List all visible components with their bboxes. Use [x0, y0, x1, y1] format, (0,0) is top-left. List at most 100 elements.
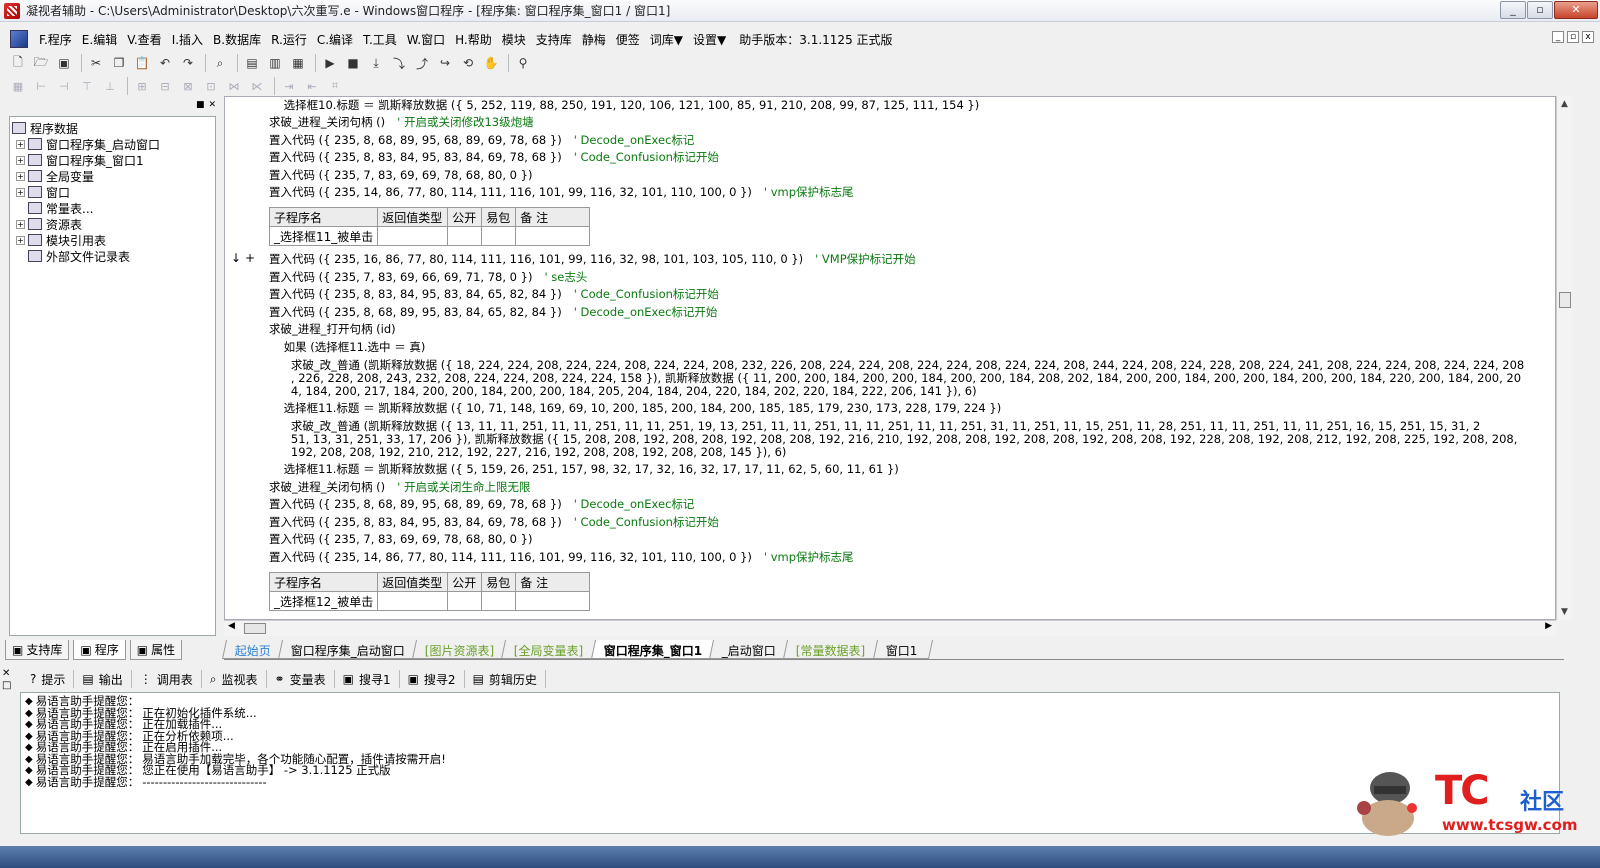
- same-size-icon[interactable]: ⊠: [178, 76, 198, 96]
- expand-icon[interactable]: +: [16, 235, 25, 245]
- output-tab[interactable]: ? 提示: [22, 670, 75, 688]
- scroll-up-icon[interactable]: ▲: [1557, 96, 1572, 112]
- code-area[interactable]: 选择框10.标题 ＝ 凯斯释放数据 ({ 5, 252, 119, 88, 25…: [269, 97, 1553, 619]
- output-tab[interactable]: ▤ 剪辑历史: [465, 670, 546, 688]
- step-over-icon[interactable]: ↪: [435, 53, 455, 73]
- code-line[interactable]: 置入代码 ({ 235, 7, 83, 69, 69, 78, 68, 80, …: [269, 531, 532, 547]
- menu-item[interactable]: 设置▼: [688, 31, 731, 48]
- code-line[interactable]: 置入代码 ({ 235, 16, 86, 77, 80, 114, 111, 1…: [269, 251, 916, 267]
- align-right-icon[interactable]: ⊤: [77, 76, 97, 96]
- hscroll-thumb[interactable]: [244, 623, 266, 634]
- code-line[interactable]: 置入代码 ({ 235, 8, 83, 84, 95, 83, 84, 65, …: [269, 286, 719, 302]
- tree-item[interactable]: 外部文件记录表: [12, 248, 213, 264]
- menu-item[interactable]: T.工具: [358, 31, 402, 48]
- editor-hscrollbar[interactable]: ◀ ▶: [224, 620, 1556, 636]
- tree-item[interactable]: 常量表...: [12, 200, 213, 216]
- minimize-button[interactable]: _: [1500, 0, 1526, 19]
- menu-item[interactable]: R.运行: [266, 31, 312, 48]
- stop-icon[interactable]: ■: [343, 53, 363, 73]
- tree-item[interactable]: + 全局变量: [12, 168, 213, 184]
- doc-tab[interactable]: 窗口程序集_窗口1: [590, 640, 718, 659]
- align-grid-icon[interactable]: ▦: [8, 76, 28, 96]
- breakpoint-icon[interactable]: ⟲: [458, 53, 478, 73]
- mdi-close-button[interactable]: x: [1582, 31, 1594, 43]
- code-line[interactable]: 置入代码 ({ 235, 14, 86, 77, 80, 114, 111, 1…: [269, 549, 854, 565]
- same-height-icon[interactable]: ⊟: [155, 76, 175, 96]
- menu-item[interactable]: 模块: [497, 31, 531, 48]
- code-line[interactable]: 选择框11.标题 ＝ 凯斯释放数据 ({ 10, 71, 148, 169, 6…: [269, 400, 1002, 416]
- arrow-down-icon[interactable]: ↓: [231, 251, 241, 265]
- space-v-icon[interactable]: ⋈: [224, 76, 244, 96]
- copy-icon[interactable]: ❐: [109, 53, 129, 73]
- code-line[interactable]: 选择框11.标题 ＝ 凯斯释放数据 ({ 5, 159, 26, 251, 15…: [269, 461, 899, 477]
- close-button[interactable]: ✕: [1554, 0, 1598, 19]
- left-tab-1[interactable]: ▣ 支持库: [5, 640, 70, 660]
- menu-item[interactable]: I.插入: [167, 31, 208, 48]
- open-folder-icon[interactable]: 🗁: [31, 53, 51, 73]
- code-line[interactable]: 置入代码 ({ 235, 7, 83, 69, 69, 78, 68, 80, …: [269, 167, 532, 183]
- menu-item[interactable]: 便签: [611, 31, 645, 48]
- step-icon[interactable]: ⤓: [366, 53, 386, 73]
- new-file-icon[interactable]: 🗋: [8, 53, 28, 73]
- layout2-icon[interactable]: ▥: [265, 53, 285, 73]
- expand-icon[interactable]: +: [16, 187, 25, 197]
- doc-tab[interactable]: [全局变量表]: [501, 640, 599, 659]
- sub-name-cell[interactable]: _选择框12_被单击: [268, 591, 379, 611]
- center-h-icon[interactable]: ⋉: [247, 76, 267, 96]
- menu-item[interactable]: 词库▼: [645, 31, 688, 48]
- output-tab[interactable]: ▣ 搜寻2: [400, 670, 465, 688]
- tree-item[interactable]: + 窗口: [12, 184, 213, 200]
- code-line[interactable]: 4, 184, 200, 217, 184, 200, 200, 184, 20…: [269, 383, 977, 399]
- align-center-icon[interactable]: ⊣: [54, 76, 74, 96]
- panel-pin-icon[interactable]: ■: [196, 100, 205, 110]
- scroll-right-icon[interactable]: ▶: [1545, 621, 1552, 631]
- step-out-icon[interactable]: ⤴: [412, 53, 432, 73]
- align-top-icon[interactable]: ⊥: [100, 76, 120, 96]
- scroll-down-icon[interactable]: ▼: [1557, 604, 1572, 620]
- mdi-minimize-button[interactable]: _: [1552, 31, 1564, 43]
- menu-item[interactable]: F.程序: [34, 31, 77, 48]
- output-tab[interactable]: ▤ 输出: [74, 670, 132, 688]
- panel-close-icon[interactable]: ✕: [208, 100, 216, 110]
- code-line[interactable]: 求破_进程_关闭句柄 () ' 开启或关闭生命上限无限: [269, 479, 530, 495]
- doc-tab[interactable]: 窗口程序集_启动窗口: [277, 640, 421, 659]
- doc-tab[interactable]: [图片资源表]: [412, 640, 510, 659]
- binoculars-icon[interactable]: ⚲: [513, 53, 533, 73]
- code-line[interactable]: 选择框10.标题 ＝ 凯斯释放数据 ({ 5, 252, 119, 88, 25…: [269, 97, 980, 113]
- expand-icon[interactable]: +: [16, 155, 25, 165]
- order-back-icon[interactable]: ⇤: [302, 76, 322, 96]
- left-tab-3[interactable]: ▣ 属性: [129, 640, 183, 660]
- align-left-icon[interactable]: ⊢: [31, 76, 51, 96]
- vscroll-thumb[interactable]: [1559, 292, 1571, 308]
- menu-item[interactable]: 支持库: [531, 31, 577, 48]
- mdi-restore-button[interactable]: ▫: [1567, 31, 1579, 43]
- code-line[interactable]: 置入代码 ({ 235, 8, 68, 89, 95, 68, 89, 69, …: [269, 496, 694, 512]
- output-tab[interactable]: ⌕ 监视表: [202, 670, 267, 688]
- menu-item[interactable]: B.数据库: [208, 31, 266, 48]
- same-width-icon[interactable]: ⊞: [132, 76, 152, 96]
- expand-icon[interactable]: +: [16, 139, 25, 149]
- maximize-button[interactable]: ▫: [1527, 0, 1553, 19]
- space-h-icon[interactable]: ⊡: [201, 76, 221, 96]
- code-line[interactable]: 置入代码 ({ 235, 7, 83, 69, 66, 69, 71, 78, …: [269, 269, 587, 285]
- code-line[interactable]: 置入代码 ({ 235, 8, 68, 89, 95, 68, 89, 69, …: [269, 132, 694, 148]
- doc-tab[interactable]: [常量数据表]: [783, 640, 881, 659]
- output-tab[interactable]: ▣ 搜寻1: [335, 670, 400, 688]
- menu-item[interactable]: H.帮助: [450, 31, 497, 48]
- left-tab-2[interactable]: ▣ 程序: [73, 640, 126, 660]
- save-icon[interactable]: ▣: [54, 53, 74, 73]
- code-line[interactable]: 求破_进程_关闭句柄 () ' 开启或关闭修改13级炮塘: [269, 114, 534, 130]
- add-line-icon[interactable]: +: [245, 251, 255, 265]
- doc-tab[interactable]: 起始页: [221, 640, 287, 659]
- order-front-icon[interactable]: ⇥: [279, 76, 299, 96]
- output-console[interactable]: ◆ 易语言助手提醒您： ◆ 易语言助手提醒您： 正在初始化插件系统... ◆ 易语言助手提醒…: [20, 692, 1560, 834]
- paste-icon[interactable]: 📋: [132, 53, 152, 73]
- scroll-left-icon[interactable]: ◀: [228, 621, 235, 631]
- tree-item[interactable]: + 资源表: [12, 216, 213, 232]
- menu-item[interactable]: W.窗口: [402, 31, 450, 48]
- menu-item[interactable]: 静梅: [577, 31, 611, 48]
- code-editor[interactable]: ↓ + 选择框10.标题 ＝ 凯斯释放数据 ({ 5, 252, 119, 88…: [224, 96, 1556, 620]
- code-line[interactable]: 置入代码 ({ 235, 14, 86, 77, 80, 114, 111, 1…: [269, 184, 854, 200]
- code-line[interactable]: 置入代码 ({ 235, 8, 83, 84, 95, 83, 84, 69, …: [269, 149, 719, 165]
- doc-tab[interactable]: 窗口1: [872, 640, 933, 659]
